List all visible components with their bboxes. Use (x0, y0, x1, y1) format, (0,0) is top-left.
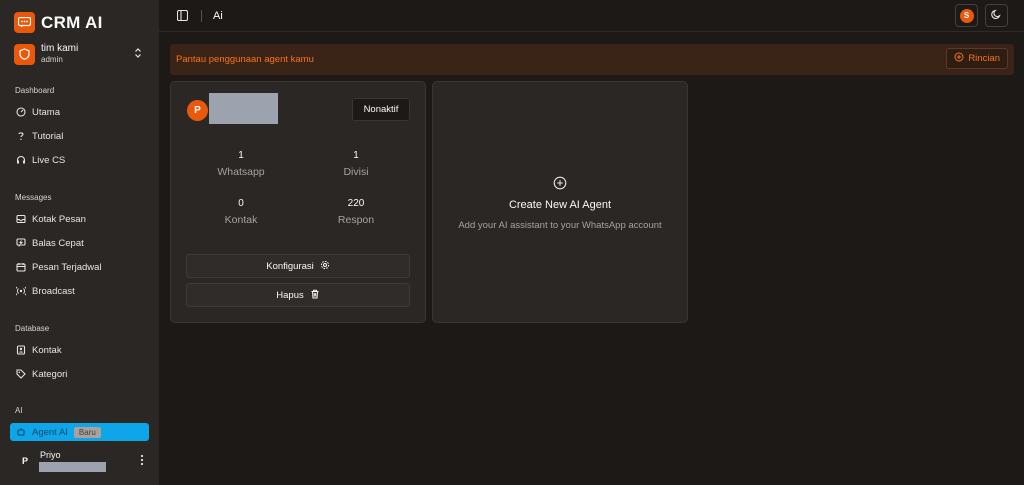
topbar: Ai S (159, 0, 1024, 32)
inbox-icon (16, 214, 26, 224)
alert-text: Pantau penggunaan agent kamu (176, 54, 314, 65)
chevron-up-down-icon (134, 47, 142, 62)
sidebar-item-tutorial[interactable]: Tutorial (10, 127, 149, 145)
app-name: CRM AI (41, 12, 103, 32)
team-name: tim kami (41, 43, 79, 54)
agent-avatar: P (187, 100, 208, 121)
redacted-email (39, 462, 106, 472)
shield-icon (14, 43, 35, 65)
sidebar-item-label: Kategori (32, 368, 68, 380)
theme-toggle-button[interactable] (985, 4, 1008, 27)
sidebar-item-kontak[interactable]: Kontak (10, 341, 149, 359)
sidebar-item-label: Broadcast (32, 285, 75, 297)
stat-value: 0 (238, 198, 244, 209)
stat-value: 1 (238, 150, 244, 161)
sidebar-toggle-icon[interactable] (176, 9, 189, 24)
section-label-database: Database (15, 324, 50, 333)
sidebar-item-label: Balas Cepat (32, 237, 84, 249)
stat-kontak: 0 Kontak (186, 198, 296, 226)
sidebar-item-label: Agent AI (32, 426, 68, 438)
chat-logo-icon (14, 12, 35, 33)
moon-icon (991, 9, 1002, 23)
section-label-messages: Messages (15, 193, 52, 202)
gear-icon (320, 260, 330, 273)
calendar-icon (16, 262, 26, 272)
question-icon (16, 131, 26, 141)
gauge-icon (16, 107, 26, 117)
user-name: Priyo (40, 450, 61, 460)
sidebar-item-balas-cepat[interactable]: Balas Cepat (10, 234, 149, 252)
headset-icon (16, 155, 26, 165)
stat-label: Divisi (343, 166, 369, 178)
contact-icon (16, 345, 26, 355)
create-agent-card[interactable]: Create New AI Agent Add your AI assistan… (432, 81, 688, 323)
sidebar-item-utama[interactable]: Utama (10, 103, 149, 121)
sidebar-item-agent-ai[interactable]: Agent AI Baru (10, 423, 149, 441)
create-agent-subtitle: Add your AI assistant to your WhatsApp a… (458, 220, 662, 231)
quick-reply-icon (16, 238, 26, 248)
trash-icon (310, 289, 320, 302)
agent-card: P Nonaktif 1 Whatsapp 1 Divisi 0 Kontak … (170, 81, 426, 323)
sidebar-item-label: Kotak Pesan (32, 213, 86, 225)
sidebar-item-label: Tutorial (32, 130, 64, 142)
stat-label: Kontak (224, 214, 258, 226)
usage-alert: Pantau penggunaan agent kamu Rincian (170, 44, 1014, 75)
stat-label: Respon (337, 214, 375, 226)
user-menu-button[interactable]: S (955, 4, 978, 27)
status-toggle-button[interactable]: Nonaktif (352, 98, 410, 121)
sidebar-item-kategori[interactable]: Kategori (10, 365, 149, 383)
rincian-label: Rincian (968, 53, 1000, 64)
sidebar-item-live-cs[interactable]: Live CS (10, 151, 149, 169)
tag-icon (16, 369, 26, 379)
plus-circle-icon (954, 52, 964, 65)
sidebar-item-label: Utama (32, 106, 60, 118)
plus-circle-icon (553, 176, 567, 193)
section-label-dashboard: Dashboard (15, 86, 55, 95)
new-badge: Baru (73, 426, 101, 438)
redacted-agent-name (209, 93, 278, 124)
team-role: admin (41, 55, 63, 64)
configure-button[interactable]: Konfigurasi (186, 254, 410, 278)
stat-respon: 220 Respon (301, 198, 411, 226)
sidebar-item-broadcast[interactable]: Broadcast (10, 282, 149, 300)
sidebar-item-label: Pesan Terjadwal (32, 261, 102, 273)
sidebar: CRM AI tim kami admin Dashboard Utama Tu… (0, 0, 159, 485)
stat-whatsapp: 1 Whatsapp (186, 150, 296, 178)
broadcast-icon (16, 286, 26, 296)
sidebar-item-pesan-terjadwal[interactable]: Pesan Terjadwal (10, 258, 149, 276)
brand[interactable]: CRM AI (14, 12, 103, 33)
sidebar-item-label: Kontak (32, 344, 62, 356)
breadcrumb-separator (201, 10, 202, 22)
more-vertical-icon[interactable] (140, 454, 144, 469)
stat-divisi: 1 Divisi (301, 150, 411, 178)
bot-icon (16, 427, 26, 437)
sidebar-item-kotak-pesan[interactable]: Kotak Pesan (10, 210, 149, 228)
avatar: S (959, 8, 974, 23)
section-label-ai: AI (15, 406, 23, 415)
stat-value: 1 (353, 150, 359, 161)
delete-label: Hapus (276, 289, 304, 301)
stat-value: 220 (347, 198, 365, 209)
delete-button[interactable]: Hapus (186, 283, 410, 307)
user-avatar: P (22, 456, 29, 466)
stat-label: Whatsapp (217, 166, 265, 178)
sidebar-item-label: Live CS (32, 154, 66, 166)
breadcrumb: Ai (213, 10, 223, 22)
create-agent-title: Create New AI Agent (508, 199, 612, 211)
configure-label: Konfigurasi (266, 260, 314, 272)
user-profile[interactable]: P Priyo (18, 448, 148, 474)
team-switcher[interactable]: tim kami admin (14, 42, 146, 66)
rincian-button[interactable]: Rincian (946, 48, 1008, 69)
